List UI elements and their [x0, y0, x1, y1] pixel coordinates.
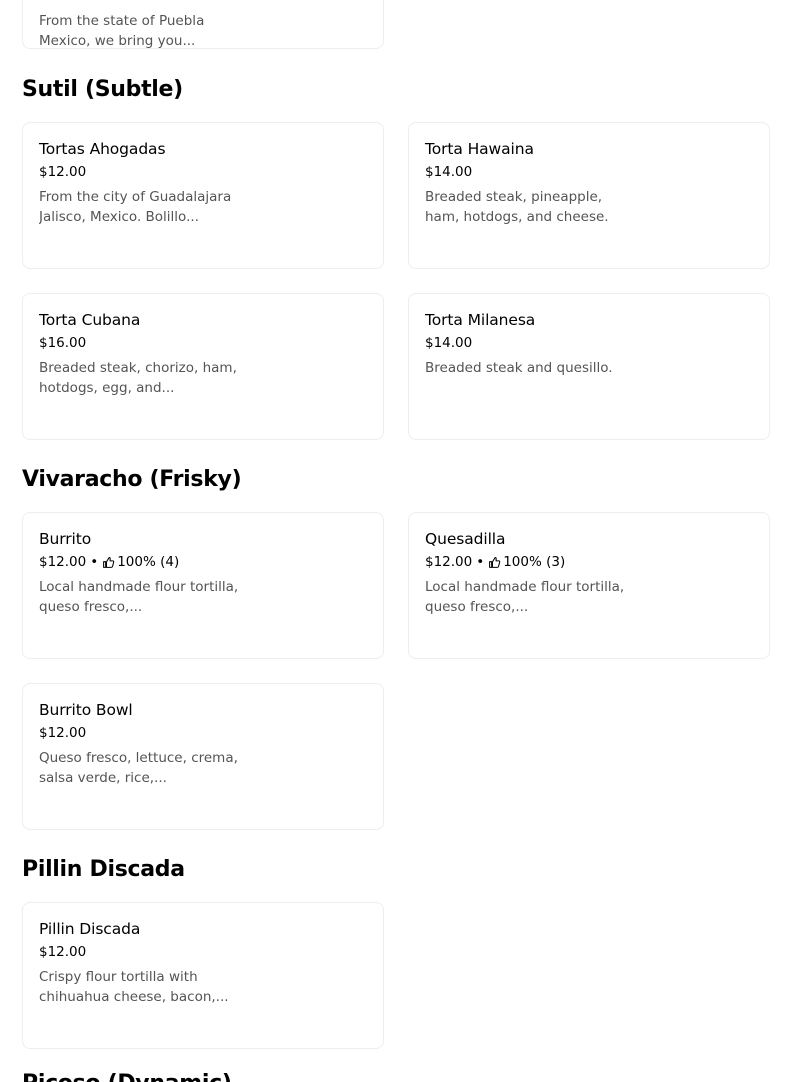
item-name: Torta Cubana [39, 311, 141, 329]
item-price: $12.00 [425, 554, 473, 570]
item-price: $12.00 [39, 554, 87, 570]
menu-item-card[interactable]: Torta Hawaina $14.00 Breaded steak, pine… [408, 122, 770, 269]
item-name: Torta Hawaina [425, 140, 534, 158]
thumbs-up-icon [489, 556, 501, 568]
item-meta: $14.00 [425, 163, 753, 181]
item-description: Crispy flour tortilla with chihuahua che… [39, 969, 229, 1005]
item-description: Breaded steak, chorizo, ham, hotdogs, eg… [39, 360, 237, 396]
menu-item-card[interactable]: Burrito $12.00 • 100% (4) Local handmade… [22, 512, 384, 659]
desc-line-2: Mexico, we bring you... [39, 33, 196, 49]
menu-item-card[interactable]: Torta Cubana $16.00 Breaded steak, chori… [22, 293, 384, 440]
menu-item-card[interactable]: Pillin Discada $12.00 Crispy flour torti… [22, 902, 384, 1049]
item-meta: $12.00 [39, 163, 367, 181]
desc-line-1: From the state of Puebla [39, 13, 205, 29]
menu-item-card[interactable]: Burrito Bowl $12.00 Queso fresco, lettuc… [22, 683, 384, 830]
section-title: Sutil (Subtle) [22, 77, 183, 102]
section-title: Picoso (Dynamic) [22, 1070, 232, 1082]
separator-dot: • [90, 554, 99, 570]
item-meta: $12.00 [39, 724, 367, 742]
separator-dot: • [476, 554, 485, 570]
item-meta: $14.00 [425, 334, 753, 352]
item-price: $14.00 [425, 335, 473, 351]
item-description: Breaded steak, pineapple, ham, hotdogs, … [425, 189, 609, 225]
item-price: $16.00 [39, 335, 87, 351]
thumbs-up-icon [103, 556, 115, 568]
menu-item-card-partial[interactable]: From the state of Puebla Mexico, we brin… [22, 0, 384, 49]
item-description: Queso fresco, lettuce, crema, salsa verd… [39, 750, 238, 786]
section-title: Pillin Discada [22, 857, 185, 882]
item-name: Quesadilla [425, 530, 506, 548]
menu-item-card[interactable]: Quesadilla $12.00 • 100% (3) Local handm… [408, 512, 770, 659]
section-title: Vivaracho (Frisky) [22, 467, 242, 492]
item-description: Breaded steak and quesillo. [425, 360, 613, 376]
item-name: Burrito Bowl [39, 701, 133, 719]
item-description: Local handmade flour tortilla, queso fre… [425, 579, 625, 615]
item-name: Torta Milanesa [425, 311, 536, 329]
menu-item-card[interactable]: Torta Milanesa $14.00 Breaded steak and … [408, 293, 770, 440]
item-meta: $16.00 [39, 334, 367, 352]
item-name: Tortas Ahogadas [39, 140, 166, 158]
item-rating: 100% (4) [117, 554, 180, 570]
item-rating: 100% (3) [503, 554, 566, 570]
item-price: $12.00 [39, 725, 87, 741]
item-name: Burrito [39, 530, 92, 548]
item-meta: $12.00 • 100% (4) [39, 553, 367, 571]
menu-item-card[interactable]: Tortas Ahogadas $12.00 From the city of … [22, 122, 384, 269]
item-name: Pillin Discada [39, 920, 141, 938]
item-price: $14.00 [425, 164, 473, 180]
item-price: $12.00 [39, 944, 87, 960]
item-description: From the city of Guadalajara Jalisco, Me… [39, 189, 232, 225]
item-price: $12.00 [39, 164, 87, 180]
item-description: Local handmade flour tortilla, queso fre… [39, 579, 239, 615]
item-meta: $12.00 • 100% (3) [425, 553, 753, 571]
item-meta: $12.00 [39, 943, 367, 961]
item-description: From the state of Puebla Mexico, we brin… [39, 11, 239, 51]
